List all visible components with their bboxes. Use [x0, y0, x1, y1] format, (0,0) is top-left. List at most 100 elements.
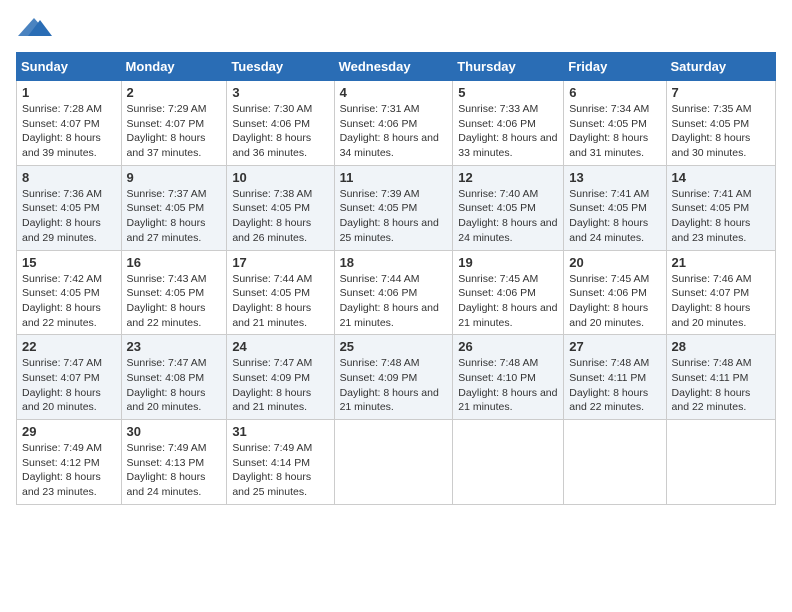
day-cell: 27 Sunrise: 7:48 AM Sunset: 4:11 PM Dayl…: [564, 335, 666, 420]
day-info: Sunrise: 7:48 AM Sunset: 4:11 PM Dayligh…: [569, 356, 660, 415]
day-info: Sunrise: 7:47 AM Sunset: 4:09 PM Dayligh…: [232, 356, 328, 415]
day-info: Sunrise: 7:41 AM Sunset: 4:05 PM Dayligh…: [672, 187, 770, 246]
day-number: 23: [127, 339, 222, 354]
day-cell: 18 Sunrise: 7:44 AM Sunset: 4:06 PM Dayl…: [334, 250, 453, 335]
day-cell: 26 Sunrise: 7:48 AM Sunset: 4:10 PM Dayl…: [453, 335, 564, 420]
day-cell: 19 Sunrise: 7:45 AM Sunset: 4:06 PM Dayl…: [453, 250, 564, 335]
day-number: 8: [22, 170, 116, 185]
day-cell: 7 Sunrise: 7:35 AM Sunset: 4:05 PM Dayli…: [666, 81, 775, 166]
day-info: Sunrise: 7:42 AM Sunset: 4:05 PM Dayligh…: [22, 272, 116, 331]
day-cell: 1 Sunrise: 7:28 AM Sunset: 4:07 PM Dayli…: [17, 81, 122, 166]
day-info: Sunrise: 7:49 AM Sunset: 4:13 PM Dayligh…: [127, 441, 222, 500]
day-number: 19: [458, 255, 558, 270]
weekday-header-row: SundayMondayTuesdayWednesdayThursdayFrid…: [17, 53, 776, 81]
day-cell: 6 Sunrise: 7:34 AM Sunset: 4:05 PM Dayli…: [564, 81, 666, 166]
day-cell: [564, 420, 666, 505]
day-number: 6: [569, 85, 660, 100]
day-info: Sunrise: 7:41 AM Sunset: 4:05 PM Dayligh…: [569, 187, 660, 246]
day-cell: 14 Sunrise: 7:41 AM Sunset: 4:05 PM Dayl…: [666, 165, 775, 250]
day-info: Sunrise: 7:29 AM Sunset: 4:07 PM Dayligh…: [127, 102, 222, 161]
day-cell: 21 Sunrise: 7:46 AM Sunset: 4:07 PM Dayl…: [666, 250, 775, 335]
day-cell: [334, 420, 453, 505]
day-info: Sunrise: 7:39 AM Sunset: 4:05 PM Dayligh…: [340, 187, 448, 246]
day-cell: 5 Sunrise: 7:33 AM Sunset: 4:06 PM Dayli…: [453, 81, 564, 166]
day-cell: 3 Sunrise: 7:30 AM Sunset: 4:06 PM Dayli…: [227, 81, 334, 166]
day-info: Sunrise: 7:47 AM Sunset: 4:08 PM Dayligh…: [127, 356, 222, 415]
day-info: Sunrise: 7:47 AM Sunset: 4:07 PM Dayligh…: [22, 356, 116, 415]
day-info: Sunrise: 7:35 AM Sunset: 4:05 PM Dayligh…: [672, 102, 770, 161]
day-number: 29: [22, 424, 116, 439]
day-info: Sunrise: 7:49 AM Sunset: 4:12 PM Dayligh…: [22, 441, 116, 500]
day-cell: 28 Sunrise: 7:48 AM Sunset: 4:11 PM Dayl…: [666, 335, 775, 420]
day-number: 31: [232, 424, 328, 439]
day-number: 26: [458, 339, 558, 354]
day-info: Sunrise: 7:44 AM Sunset: 4:06 PM Dayligh…: [340, 272, 448, 331]
day-number: 4: [340, 85, 448, 100]
day-info: Sunrise: 7:34 AM Sunset: 4:05 PM Dayligh…: [569, 102, 660, 161]
day-info: Sunrise: 7:45 AM Sunset: 4:06 PM Dayligh…: [458, 272, 558, 331]
weekday-header-monday: Monday: [121, 53, 227, 81]
day-number: 22: [22, 339, 116, 354]
day-number: 30: [127, 424, 222, 439]
day-cell: [453, 420, 564, 505]
week-row-1: 1 Sunrise: 7:28 AM Sunset: 4:07 PM Dayli…: [17, 81, 776, 166]
day-cell: 29 Sunrise: 7:49 AM Sunset: 4:12 PM Dayl…: [17, 420, 122, 505]
day-number: 15: [22, 255, 116, 270]
weekday-header-wednesday: Wednesday: [334, 53, 453, 81]
day-number: 27: [569, 339, 660, 354]
day-number: 21: [672, 255, 770, 270]
day-number: 7: [672, 85, 770, 100]
day-info: Sunrise: 7:48 AM Sunset: 4:11 PM Dayligh…: [672, 356, 770, 415]
day-info: Sunrise: 7:36 AM Sunset: 4:05 PM Dayligh…: [22, 187, 116, 246]
day-number: 20: [569, 255, 660, 270]
day-cell: 24 Sunrise: 7:47 AM Sunset: 4:09 PM Dayl…: [227, 335, 334, 420]
day-info: Sunrise: 7:43 AM Sunset: 4:05 PM Dayligh…: [127, 272, 222, 331]
day-cell: 8 Sunrise: 7:36 AM Sunset: 4:05 PM Dayli…: [17, 165, 122, 250]
day-info: Sunrise: 7:28 AM Sunset: 4:07 PM Dayligh…: [22, 102, 116, 161]
day-info: Sunrise: 7:30 AM Sunset: 4:06 PM Dayligh…: [232, 102, 328, 161]
day-cell: 10 Sunrise: 7:38 AM Sunset: 4:05 PM Dayl…: [227, 165, 334, 250]
day-number: 1: [22, 85, 116, 100]
day-cell: 17 Sunrise: 7:44 AM Sunset: 4:05 PM Dayl…: [227, 250, 334, 335]
day-info: Sunrise: 7:48 AM Sunset: 4:09 PM Dayligh…: [340, 356, 448, 415]
day-cell: 16 Sunrise: 7:43 AM Sunset: 4:05 PM Dayl…: [121, 250, 227, 335]
weekday-header-sunday: Sunday: [17, 53, 122, 81]
day-number: 3: [232, 85, 328, 100]
day-number: 10: [232, 170, 328, 185]
day-cell: [666, 420, 775, 505]
logo: [16, 16, 56, 40]
day-number: 14: [672, 170, 770, 185]
day-cell: 25 Sunrise: 7:48 AM Sunset: 4:09 PM Dayl…: [334, 335, 453, 420]
day-cell: 20 Sunrise: 7:45 AM Sunset: 4:06 PM Dayl…: [564, 250, 666, 335]
day-cell: 31 Sunrise: 7:49 AM Sunset: 4:14 PM Dayl…: [227, 420, 334, 505]
weekday-header-friday: Friday: [564, 53, 666, 81]
week-row-4: 22 Sunrise: 7:47 AM Sunset: 4:07 PM Dayl…: [17, 335, 776, 420]
day-info: Sunrise: 7:45 AM Sunset: 4:06 PM Dayligh…: [569, 272, 660, 331]
day-cell: 11 Sunrise: 7:39 AM Sunset: 4:05 PM Dayl…: [334, 165, 453, 250]
day-info: Sunrise: 7:46 AM Sunset: 4:07 PM Dayligh…: [672, 272, 770, 331]
weekday-header-thursday: Thursday: [453, 53, 564, 81]
logo-icon: [16, 16, 52, 40]
week-row-5: 29 Sunrise: 7:49 AM Sunset: 4:12 PM Dayl…: [17, 420, 776, 505]
day-number: 16: [127, 255, 222, 270]
day-cell: 15 Sunrise: 7:42 AM Sunset: 4:05 PM Dayl…: [17, 250, 122, 335]
day-number: 2: [127, 85, 222, 100]
page-header: [16, 16, 776, 40]
day-number: 11: [340, 170, 448, 185]
day-info: Sunrise: 7:37 AM Sunset: 4:05 PM Dayligh…: [127, 187, 222, 246]
day-cell: 23 Sunrise: 7:47 AM Sunset: 4:08 PM Dayl…: [121, 335, 227, 420]
day-cell: 9 Sunrise: 7:37 AM Sunset: 4:05 PM Dayli…: [121, 165, 227, 250]
day-info: Sunrise: 7:40 AM Sunset: 4:05 PM Dayligh…: [458, 187, 558, 246]
day-number: 24: [232, 339, 328, 354]
day-number: 18: [340, 255, 448, 270]
day-number: 13: [569, 170, 660, 185]
day-info: Sunrise: 7:48 AM Sunset: 4:10 PM Dayligh…: [458, 356, 558, 415]
day-info: Sunrise: 7:38 AM Sunset: 4:05 PM Dayligh…: [232, 187, 328, 246]
day-number: 5: [458, 85, 558, 100]
week-row-3: 15 Sunrise: 7:42 AM Sunset: 4:05 PM Dayl…: [17, 250, 776, 335]
day-info: Sunrise: 7:31 AM Sunset: 4:06 PM Dayligh…: [340, 102, 448, 161]
weekday-header-saturday: Saturday: [666, 53, 775, 81]
day-number: 28: [672, 339, 770, 354]
day-cell: 30 Sunrise: 7:49 AM Sunset: 4:13 PM Dayl…: [121, 420, 227, 505]
day-number: 25: [340, 339, 448, 354]
